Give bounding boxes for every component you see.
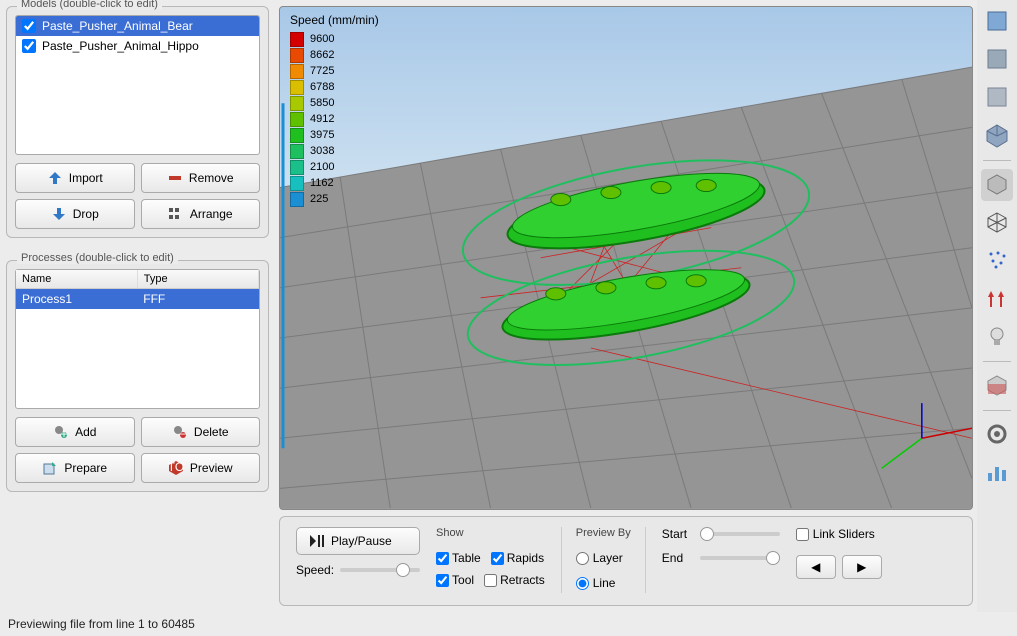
light-button[interactable] xyxy=(981,321,1013,353)
wireframe-button[interactable] xyxy=(981,207,1013,239)
model-item[interactable]: Paste_Pusher_Animal_Hippo xyxy=(16,36,259,56)
remove-button[interactable]: Remove xyxy=(141,163,261,193)
legend-entry: 4912 xyxy=(290,111,379,127)
svg-text:+: + xyxy=(61,427,68,440)
show-tool-checkbox[interactable]: Tool xyxy=(436,573,474,587)
processes-title: Processes (double-click to edit) xyxy=(17,252,178,264)
start-slider[interactable] xyxy=(700,532,780,536)
legend-entry: 3038 xyxy=(290,143,379,159)
legend-entry: 6788 xyxy=(290,79,379,95)
arrange-icon xyxy=(168,206,184,222)
view-front-icon xyxy=(984,46,1010,75)
solid-view-icon xyxy=(984,171,1010,200)
add-icon: + xyxy=(53,424,69,440)
step-back-button[interactable]: ◀ xyxy=(796,555,836,579)
delete-button[interactable]: −Delete xyxy=(141,417,261,447)
normals-button[interactable] xyxy=(981,283,1013,315)
settings-button[interactable] xyxy=(981,419,1013,451)
viewport-3d[interactable]: Speed (mm/min) 9600866277256788585049123… xyxy=(279,6,973,510)
prepare-icon xyxy=(42,460,58,476)
settings-icon xyxy=(984,421,1010,450)
processes-panel: Processes (double-click to edit) NameTyp… xyxy=(6,260,269,492)
drop-button[interactable]: Drop xyxy=(15,199,135,229)
speed-label: Speed: xyxy=(296,563,334,577)
remove-icon xyxy=(167,170,183,186)
svg-text:−: − xyxy=(179,427,186,440)
points-icon xyxy=(984,247,1010,276)
legend-entry: 2100 xyxy=(290,159,379,175)
models-panel: Models (double-click to edit) Paste_Push… xyxy=(6,6,269,238)
playback-panel: Play/Pause Speed: Show Table Rapids Tool… xyxy=(279,516,973,606)
section-button[interactable] xyxy=(981,370,1013,402)
solid-view-button[interactable] xyxy=(981,169,1013,201)
model-checkbox[interactable] xyxy=(22,39,36,53)
legend-entry: 5850 xyxy=(290,95,379,111)
play-pause-icon xyxy=(309,533,325,549)
legend-entry: 7725 xyxy=(290,63,379,79)
section-icon xyxy=(984,372,1010,401)
models-list[interactable]: Paste_Pusher_Animal_BearPaste_Pusher_Ani… xyxy=(15,15,260,155)
import-button[interactable]: Import xyxy=(15,163,135,193)
step-forward-button[interactable]: ▶ xyxy=(842,555,882,579)
view-top-button[interactable] xyxy=(981,6,1013,38)
process-row[interactable]: Process1FFF xyxy=(16,289,259,310)
view-top-icon xyxy=(984,8,1010,37)
stats-icon xyxy=(984,459,1010,488)
show-retracts-checkbox[interactable]: Retracts xyxy=(484,573,545,587)
model-item[interactable]: Paste_Pusher_Animal_Bear xyxy=(16,16,259,36)
triangle-left-icon: ◀ xyxy=(811,560,820,574)
view-side-icon xyxy=(984,84,1010,113)
previewby-line-radio[interactable]: Line xyxy=(576,576,631,590)
import-icon xyxy=(47,170,63,186)
link-sliders-checkbox[interactable]: Link Sliders xyxy=(796,527,882,541)
add-button[interactable]: +Add xyxy=(15,417,135,447)
preview-icon: STOP xyxy=(168,460,184,476)
legend-entry: 9600 xyxy=(290,31,379,47)
view-iso-icon xyxy=(984,122,1010,151)
legend-entry: 1162 xyxy=(290,175,379,191)
model-checkbox[interactable] xyxy=(22,19,36,33)
view-side-button[interactable] xyxy=(981,82,1013,114)
models-title: Models (double-click to edit) xyxy=(17,0,162,10)
view-iso-button[interactable] xyxy=(981,120,1013,152)
speed-legend: Speed (mm/min) 9600866277256788585049123… xyxy=(290,13,379,207)
processes-list[interactable]: NameType Process1FFF xyxy=(15,269,260,409)
status-bar: Previewing file from line 1 to 60485 xyxy=(0,614,1017,636)
view-front-button[interactable] xyxy=(981,44,1013,76)
previewby-layer-radio[interactable]: Layer xyxy=(576,551,631,565)
play-pause-button[interactable]: Play/Pause xyxy=(296,527,420,555)
prepare-button[interactable]: Prepare xyxy=(15,453,135,483)
legend-entry: 225 xyxy=(290,191,379,207)
view-toolbar xyxy=(977,0,1017,612)
triangle-right-icon: ▶ xyxy=(857,560,866,574)
show-table-checkbox[interactable]: Table xyxy=(436,551,481,565)
arrange-button[interactable]: Arrange xyxy=(141,199,261,229)
show-rapids-checkbox[interactable]: Rapids xyxy=(491,551,544,565)
legend-entry: 3975 xyxy=(290,127,379,143)
preview-button[interactable]: STOPPreview xyxy=(141,453,261,483)
legend-entry: 8662 xyxy=(290,47,379,63)
delete-icon: − xyxy=(172,424,188,440)
viewport-scene xyxy=(280,7,972,508)
svg-text:STOP: STOP xyxy=(168,460,184,474)
points-button[interactable] xyxy=(981,245,1013,277)
stats-button[interactable] xyxy=(981,457,1013,489)
drop-icon xyxy=(51,206,67,222)
wireframe-icon xyxy=(984,209,1010,238)
end-slider[interactable] xyxy=(700,556,780,560)
normals-icon xyxy=(984,285,1010,314)
speed-slider[interactable] xyxy=(340,568,420,572)
light-icon xyxy=(984,323,1010,352)
